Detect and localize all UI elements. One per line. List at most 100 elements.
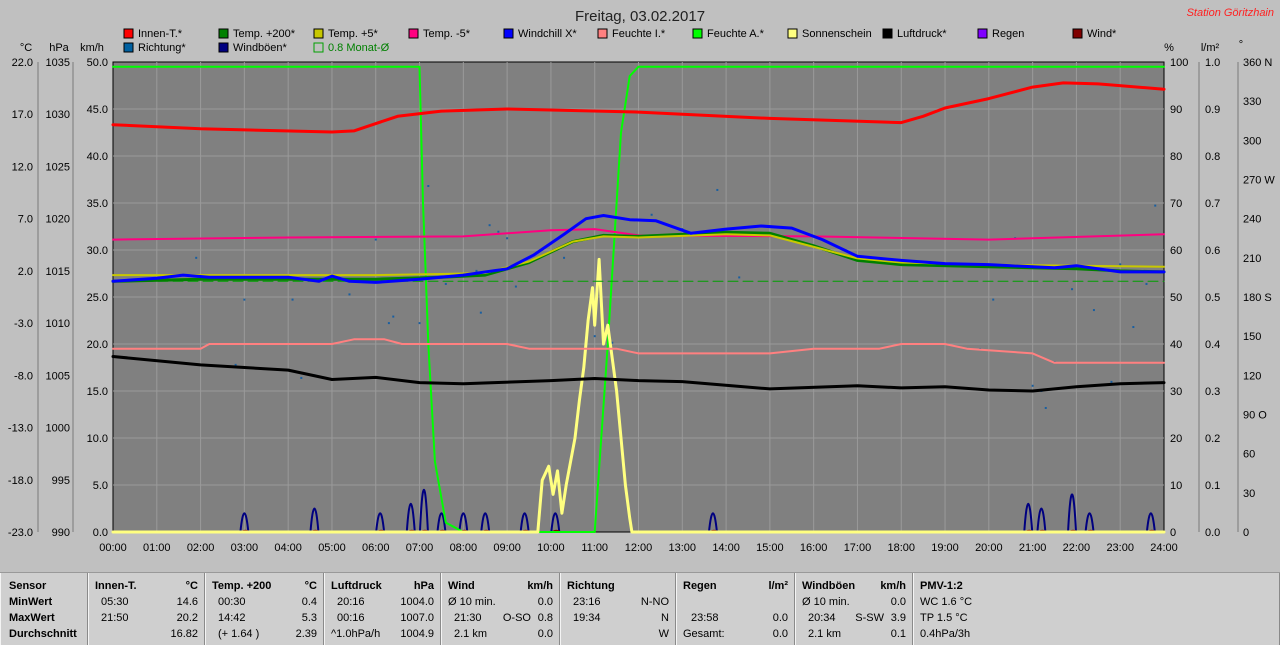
- tick-label-percent: 20: [1170, 433, 1182, 445]
- summary-regen: Regen l/m² 23:58 0.0 Gesamt: 0.0: [676, 573, 795, 645]
- tick-label-time: 04:00: [274, 542, 302, 554]
- regen-max-time: 23:58: [691, 612, 719, 624]
- luftdruck-min-time: 20:16: [337, 596, 365, 608]
- tick-label-time: 09:00: [493, 542, 521, 554]
- tick-label-time: 13:00: [669, 542, 697, 554]
- tick-label-kmh: 35.0: [87, 198, 108, 210]
- legend-label: Richtung*: [138, 42, 186, 54]
- scatter-richtung-point: [444, 282, 447, 285]
- scatter-richtung-point: [506, 237, 509, 240]
- innen-min-time: 05:30: [101, 596, 129, 608]
- temp200-max-time: 14:42: [218, 612, 246, 624]
- scatter-richtung-point: [514, 285, 517, 288]
- tick-label-degree: 240: [1243, 214, 1261, 226]
- scatter-richtung-point: [291, 298, 294, 301]
- tick-label-percent: 50: [1170, 292, 1182, 304]
- legend-swatch: [503, 28, 514, 39]
- summary-table: Sensor MinWert MaxWert Durchschnitt Inne…: [0, 572, 1280, 645]
- tick-label-degree: 300: [1243, 135, 1261, 147]
- tick-label-time: 16:00: [800, 542, 828, 554]
- tick-label-rain: 0.5: [1205, 292, 1220, 304]
- scatter-richtung-point: [475, 269, 478, 272]
- tick-label-celsius: -13.0: [8, 423, 33, 435]
- richtung-min-value: N-NO: [640, 596, 669, 608]
- wind-title: Wind: [448, 580, 475, 592]
- legend-label: Wind*: [1087, 28, 1117, 40]
- temp200-min-value: 0.4: [301, 596, 317, 608]
- tick-label-rain: 0.4: [1205, 339, 1220, 351]
- legend-label: Temp. -5*: [423, 28, 471, 40]
- scatter-richtung-point: [1145, 282, 1148, 285]
- tick-label-time: 02:00: [187, 542, 215, 554]
- windboeen-title: Windböen: [802, 580, 856, 592]
- legend-label: 0.8 Monat-Ø: [328, 42, 390, 54]
- scatter-richtung-point: [1071, 288, 1074, 291]
- tick-label-time: 06:00: [362, 542, 390, 554]
- scatter-richtung-point: [716, 188, 719, 191]
- tick-label-degree: 0: [1243, 527, 1249, 539]
- tick-label-celsius: -3.0: [14, 318, 33, 330]
- tick-label-time: 07:00: [406, 542, 434, 554]
- tick-label-time: 03:00: [231, 542, 259, 554]
- axis-unit-celsius: °C: [20, 42, 32, 54]
- windboeen-distance: 2.1 km: [808, 628, 842, 640]
- summary-pmv: PMV-1:2 WC 1.6 °C TP 1.5 °C 0.4hPa/3h: [913, 573, 1280, 645]
- temp200-unit: °C: [304, 580, 317, 592]
- luftdruck-trend: ^1.0hPa/h: [331, 628, 381, 640]
- tick-label-rain: 0.8: [1205, 151, 1220, 163]
- legend-label: Luftdruck*: [897, 28, 947, 40]
- tick-label-time: 15:00: [756, 542, 784, 554]
- pmv-title: PMV-1:2: [920, 580, 963, 592]
- tick-label-degree: 330: [1243, 96, 1261, 108]
- legend-swatch: [123, 42, 134, 53]
- tick-label-kmh: 15.0: [87, 386, 108, 398]
- regen-title: Regen: [683, 580, 717, 592]
- tick-label-hpa: 1035: [46, 57, 70, 69]
- innen-avg-value: 16.82: [170, 628, 198, 640]
- tick-label-hpa: 1010: [46, 318, 70, 330]
- legend-swatch: [408, 28, 419, 39]
- tick-label-degree: 120: [1243, 370, 1261, 382]
- tick-label-degree: 150: [1243, 331, 1261, 343]
- wind-avg-value: 0.0: [537, 628, 553, 640]
- tick-label-rain: 0.1: [1205, 480, 1220, 492]
- tick-label-kmh: 45.0: [87, 104, 108, 116]
- scatter-richtung-point: [243, 298, 246, 301]
- tick-label-hpa: 1030: [46, 109, 70, 121]
- temp200-min-time: 00:30: [218, 596, 246, 608]
- tick-label-time: 01:00: [143, 542, 171, 554]
- tick-label-degree: 60: [1243, 449, 1255, 461]
- scatter-richtung-point: [479, 311, 482, 314]
- tick-label-celsius: 12.0: [12, 161, 33, 173]
- scatter-richtung-point: [1119, 263, 1122, 266]
- pmv-wc: WC 1.6 °C: [920, 596, 973, 608]
- richtung-title: Richtung: [567, 580, 615, 592]
- legend-swatch: [218, 28, 229, 39]
- wind-max-value: 0.8: [537, 612, 553, 624]
- pmv-trend: 0.4hPa/3h: [920, 628, 971, 640]
- legend-swatch: [597, 28, 608, 39]
- regen-unit: l/m²: [768, 580, 788, 592]
- regen-max-value: 0.0: [772, 612, 788, 624]
- station-label: Station Göritzhain: [1186, 7, 1274, 19]
- scatter-richtung-point: [593, 335, 596, 338]
- luftdruck-avg-value: 1004.9: [400, 628, 434, 640]
- tick-label-rain: 0.2: [1205, 433, 1220, 445]
- legend-label: Innen-T.*: [138, 28, 183, 40]
- summary-sensor: Sensor MinWert MaxWert Durchschnitt: [0, 573, 88, 645]
- scatter-richtung-point: [992, 298, 995, 301]
- axis-unit-kmh: km/h: [80, 42, 104, 54]
- tick-label-kmh: 25.0: [87, 292, 108, 304]
- tick-label-time: 22:00: [1063, 542, 1091, 554]
- scatter-richtung-point: [1110, 380, 1113, 383]
- legend-swatch: [313, 28, 324, 39]
- scatter-richtung-point: [1044, 406, 1047, 409]
- tick-label-time: 20:00: [975, 542, 1003, 554]
- tick-label-time: 18:00: [887, 542, 915, 554]
- tick-label-time: 08:00: [450, 542, 478, 554]
- legend-label: Windböen*: [233, 42, 288, 54]
- tick-label-rain: 0.6: [1205, 245, 1220, 257]
- scatter-richtung-point: [1132, 326, 1135, 329]
- legend-label: Feuchte I.*: [612, 28, 666, 40]
- richtung-min-time: 23:16: [573, 596, 601, 608]
